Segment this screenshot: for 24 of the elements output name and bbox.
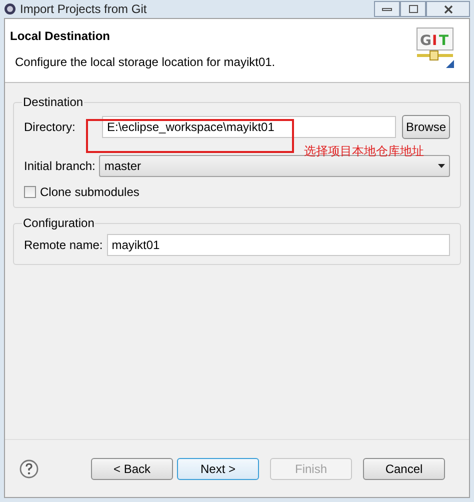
annotation-text: 选择项目本地仓库地址 bbox=[304, 144, 424, 158]
field-label: Remote name: bbox=[24, 237, 103, 254]
minimize-button[interactable] bbox=[374, 1, 400, 17]
checkbox[interactable] bbox=[24, 186, 36, 198]
page-description: Configure the local storage location for mayikt01. bbox=[15, 54, 276, 71]
page-title: Local Destination bbox=[10, 28, 112, 45]
browse-button[interactable]: Browse bbox=[402, 115, 450, 139]
wizard-button[interactable]: < Back bbox=[91, 458, 173, 480]
directory-field[interactable]: E:\eclipse_workspace\mayikt01 bbox=[102, 116, 396, 138]
help-icon[interactable] bbox=[19, 458, 39, 478]
wizard-button[interactable]: Cancel bbox=[363, 458, 445, 480]
field-label: Initial branch: bbox=[24, 158, 96, 175]
maximize-button[interactable] bbox=[400, 1, 426, 17]
group-legend: Destination bbox=[22, 93, 84, 111]
field-label: Directory: bbox=[24, 119, 76, 136]
close-button[interactable] bbox=[426, 1, 470, 17]
dropdown-arrow-icon bbox=[438, 164, 445, 168]
group-legend: Configuration bbox=[22, 214, 96, 232]
close-icon bbox=[444, 4, 452, 14]
checkbox-label: Clone submodules bbox=[40, 184, 140, 201]
eclipse-icon bbox=[4, 3, 16, 15]
remote-name-field[interactable]: mayikt01 bbox=[106, 234, 450, 256]
window-title: Import Projects from Git bbox=[20, 1, 147, 18]
wizard-button[interactable]: Next > bbox=[177, 458, 259, 480]
